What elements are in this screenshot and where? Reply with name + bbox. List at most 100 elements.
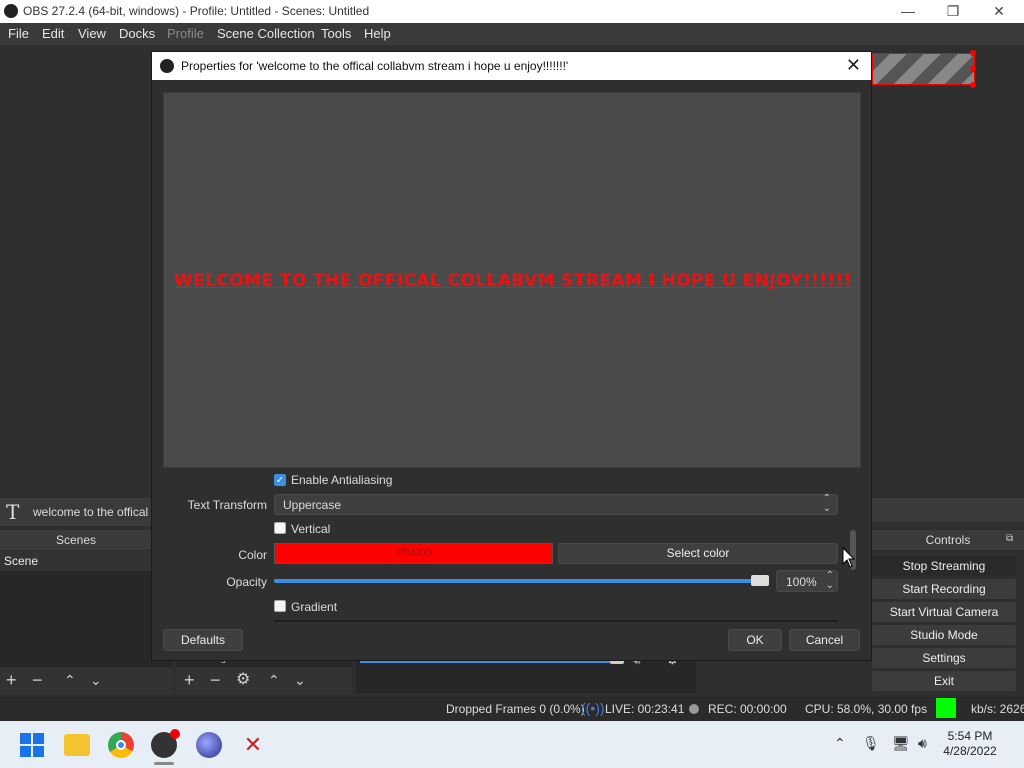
text-source-icon: T bbox=[6, 500, 20, 524]
remove-icon[interactable]: − bbox=[32, 670, 43, 690]
text-transform-label: Text Transform bbox=[187, 498, 267, 512]
undock-icon[interactable]: ⧉ bbox=[1006, 533, 1013, 544]
dialog-titlebar: Properties for 'welcome to the offical c… bbox=[152, 52, 871, 80]
ok-button[interactable]: OK bbox=[728, 629, 782, 651]
microphone-icon[interactable]: 🎙︎ bbox=[862, 735, 880, 752]
updown-icon: ⌃ ⌄ bbox=[822, 493, 831, 514]
resize-handle[interactable] bbox=[970, 50, 976, 56]
cpu-usage: CPU: 58.0%, 30.00 fps bbox=[805, 702, 928, 716]
scenes-list: Scene bbox=[0, 551, 172, 667]
clock-time[interactable]: 5:54 PM bbox=[943, 729, 997, 743]
close-button[interactable]: ✕ bbox=[976, 0, 1022, 23]
move-down-icon[interactable]: ⌄ bbox=[90, 670, 102, 690]
minimize-button[interactable]: — bbox=[885, 0, 931, 23]
settings-button[interactable]: Settings bbox=[872, 648, 1016, 668]
menu-help[interactable]: Help bbox=[364, 26, 391, 41]
dropped-frames: Dropped Frames 0 (0.0%) bbox=[446, 702, 585, 716]
app-icon[interactable] bbox=[196, 732, 222, 758]
opacity-slider[interactable] bbox=[274, 575, 769, 586]
move-down-icon[interactable]: ⌄ bbox=[294, 670, 306, 690]
controls-dock-header: Controls bbox=[872, 530, 1024, 550]
gear-icon[interactable]: ⚙ bbox=[236, 670, 250, 690]
studio-mode-button[interactable]: Studio Mode bbox=[872, 625, 1016, 645]
updown-icon[interactable]: ⌃ ⌄ bbox=[826, 571, 834, 591]
remove-source-icon[interactable]: − bbox=[210, 670, 221, 690]
status-bar: Dropped Frames 0 (0.0%) ((•)) LIVE: 00:2… bbox=[0, 697, 1024, 721]
resize-handle[interactable] bbox=[970, 66, 976, 72]
text-preview: WELCOME TO THE OFFICAL COLLABVM STREAM I… bbox=[163, 92, 861, 468]
antialiasing-label: Enable Antialiasing bbox=[291, 473, 393, 487]
volume-icon[interactable]: 🔊︎ bbox=[918, 735, 927, 752]
file-explorer-icon[interactable] bbox=[64, 734, 90, 756]
scene-item[interactable]: Scene bbox=[0, 551, 172, 571]
menu-edit[interactable]: Edit bbox=[42, 26, 64, 41]
start-virtual-camera-button[interactable]: Start Virtual Camera bbox=[872, 602, 1016, 622]
move-up-icon[interactable]: ⌃ bbox=[64, 670, 76, 690]
antialiasing-checkbox[interactable]: ✓ bbox=[274, 474, 286, 486]
tool-icon[interactable]: ✕ bbox=[240, 732, 266, 758]
divider bbox=[274, 620, 838, 622]
preview-text: WELCOME TO THE OFFICAL COLLABVM STREAM I… bbox=[174, 271, 852, 291]
color-swatch[interactable]: #ff0000 bbox=[274, 543, 553, 564]
cancel-button[interactable]: Cancel bbox=[789, 629, 860, 651]
scenes-toolbar: + − ⌃ ⌄ bbox=[0, 668, 172, 694]
obs-taskbar-icon[interactable] bbox=[151, 729, 180, 758]
gradient-label: Gradient bbox=[291, 600, 338, 614]
windows-start-icon[interactable] bbox=[20, 732, 46, 758]
mouse-cursor-icon bbox=[842, 547, 856, 568]
exit-button[interactable]: Exit bbox=[872, 671, 1016, 691]
active-app-indicator bbox=[154, 762, 174, 765]
preview-source-outline[interactable] bbox=[872, 53, 975, 85]
opacity-spinbox[interactable]: 100% ⌃ ⌄ bbox=[776, 570, 838, 592]
rec-timer: REC: 00:00:00 bbox=[708, 702, 787, 716]
color-label: Color bbox=[238, 548, 267, 562]
add-source-icon[interactable]: + bbox=[184, 670, 195, 690]
maximize-button[interactable]: ❐ bbox=[930, 0, 976, 23]
opacity-fill bbox=[274, 579, 769, 583]
dialog-close-button[interactable]: ✕ bbox=[846, 55, 861, 76]
menu-tools[interactable]: Tools bbox=[321, 26, 351, 41]
opacity-slider-handle[interactable] bbox=[751, 575, 769, 586]
chrome-icon[interactable] bbox=[108, 732, 134, 758]
menu-view[interactable]: View bbox=[78, 26, 106, 41]
source-name: welcome to the offical co bbox=[33, 505, 151, 519]
text-transform-value: Uppercase bbox=[283, 498, 342, 512]
obs-logo-icon bbox=[160, 59, 174, 73]
network-icon[interactable]: 🖥︎ bbox=[892, 735, 910, 752]
vertical-checkbox[interactable] bbox=[274, 522, 286, 534]
menu-profile[interactable]: Profile bbox=[167, 26, 204, 41]
opacity-label: Opacity bbox=[226, 575, 267, 589]
opacity-value: 100% bbox=[786, 575, 817, 589]
bitrate: kb/s: 2626 bbox=[971, 702, 1024, 716]
broadcast-icon: ((•)) bbox=[581, 700, 605, 716]
menu-bar: File Edit View Docks Profile Scene Colle… bbox=[0, 23, 1024, 45]
source-properties-bar-right bbox=[872, 498, 1024, 522]
dialog-title: Properties for 'welcome to the offical c… bbox=[181, 59, 569, 73]
live-timer: LIVE: 00:23:41 bbox=[605, 702, 685, 716]
rec-indicator-icon bbox=[689, 704, 699, 714]
controls-dock-title: Controls bbox=[925, 533, 971, 547]
gradient-checkbox[interactable] bbox=[274, 600, 286, 612]
select-color-button[interactable]: Select color bbox=[558, 543, 838, 564]
menu-scene-collection[interactable]: Scene Collection bbox=[217, 26, 315, 41]
scenes-dock-header: Scenes bbox=[0, 530, 152, 550]
resize-handle[interactable] bbox=[970, 82, 976, 88]
add-icon[interactable]: + bbox=[6, 670, 17, 690]
text-transform-select[interactable]: Uppercase ⌃ ⌄ bbox=[274, 494, 838, 515]
clock-date[interactable]: 4/28/2022 bbox=[943, 744, 997, 758]
sources-toolbar: + − ⚙ ⌃ ⌄ bbox=[176, 668, 352, 694]
chevron-up-icon[interactable]: ⌃ bbox=[834, 735, 846, 752]
color-hex: #ff0000 bbox=[395, 547, 432, 559]
menu-docks[interactable]: Docks bbox=[119, 26, 155, 41]
stop-streaming-button[interactable]: Stop Streaming bbox=[872, 556, 1016, 576]
source-properties-bar: T welcome to the offical co bbox=[0, 498, 152, 526]
window-titlebar: OBS 27.2.4 (64-bit, windows) - Profile: … bbox=[0, 0, 1024, 23]
move-up-icon[interactable]: ⌃ bbox=[268, 670, 280, 690]
defaults-button[interactable]: Defaults bbox=[163, 629, 243, 651]
start-recording-button[interactable]: Start Recording bbox=[872, 579, 1016, 599]
stream-health-indicator bbox=[936, 698, 956, 718]
window-title: OBS 27.2.4 (64-bit, windows) - Profile: … bbox=[23, 4, 370, 18]
vertical-label: Vertical bbox=[291, 522, 331, 536]
menu-file[interactable]: File bbox=[8, 26, 29, 41]
obs-logo-icon bbox=[4, 4, 18, 18]
